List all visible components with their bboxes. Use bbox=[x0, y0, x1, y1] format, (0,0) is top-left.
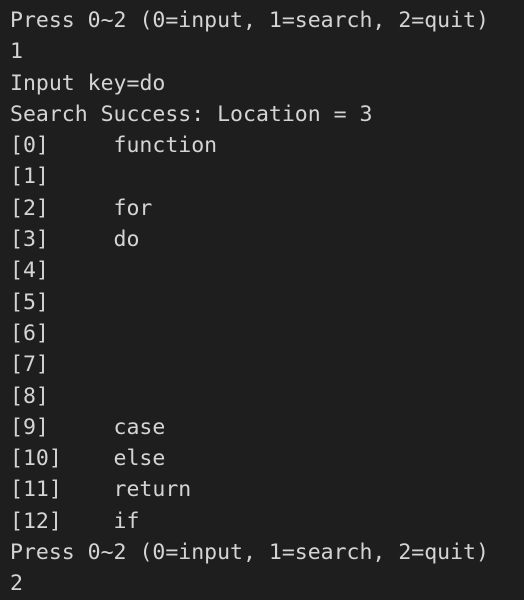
output-line: 2 bbox=[10, 568, 524, 599]
entry-index: [5] bbox=[10, 289, 49, 315]
entry-index: [12] bbox=[10, 508, 62, 534]
entry-value: if bbox=[113, 508, 140, 534]
output-line-text: Search Success: Location = 3 bbox=[10, 101, 373, 127]
table-row: [3] do bbox=[10, 224, 524, 255]
table-row: [2] for bbox=[10, 193, 524, 224]
table-row: [8] bbox=[10, 381, 524, 412]
table-row: [1] bbox=[10, 161, 524, 192]
entry-value: else bbox=[113, 446, 166, 472]
entry-index: [1] bbox=[10, 164, 49, 190]
table-row: [7] bbox=[10, 349, 524, 380]
table-row: [5] bbox=[10, 287, 524, 318]
output-line: Press 0~2 (0=input, 1=search, 2=quit) bbox=[10, 5, 524, 36]
entry-value: case bbox=[113, 414, 166, 440]
output-line: Press 0~2 (0=input, 1=search, 2=quit) bbox=[10, 537, 524, 568]
output-line-text: Input key=do bbox=[10, 70, 166, 96]
entry-index: [11] bbox=[10, 477, 62, 503]
table-row: [12] if bbox=[10, 506, 524, 537]
entry-value: return bbox=[113, 477, 192, 503]
table-row: [10] else bbox=[10, 443, 524, 474]
output-line: Search Success: Location = 3 bbox=[10, 99, 524, 130]
entry-index: [9] bbox=[10, 414, 49, 440]
output-line-text: 2 bbox=[10, 571, 23, 597]
table-row: [4] bbox=[10, 255, 524, 286]
entry-value: for bbox=[113, 195, 153, 221]
entry-index: [2] bbox=[10, 195, 49, 221]
output-line-text: Press 0~2 (0=input, 1=search, 2=quit) bbox=[10, 540, 489, 566]
table-row: [0] function bbox=[10, 130, 524, 161]
table-row: [9] case bbox=[10, 412, 524, 443]
terminal-output[interactable]: Press 0~2 (0=input, 1=search, 2=quit) 1 In… bbox=[0, 0, 524, 596]
output-line: Input key=do bbox=[10, 68, 524, 99]
entry-value: do bbox=[113, 227, 140, 253]
entry-index: [8] bbox=[10, 383, 49, 409]
output-line-text: 1 bbox=[10, 39, 23, 65]
table-row: [11] return bbox=[10, 474, 524, 505]
entry-index: [3] bbox=[10, 227, 49, 253]
entry-value: function bbox=[113, 133, 218, 159]
output-line: 1 bbox=[10, 36, 524, 67]
output-line-text: Press 0~2 (0=input, 1=search, 2=quit) bbox=[10, 8, 489, 33]
entry-index: [10] bbox=[10, 446, 62, 472]
table-row: [6] bbox=[10, 318, 524, 349]
entry-index: [4] bbox=[10, 258, 49, 284]
entry-index: [0] bbox=[10, 133, 49, 159]
entry-index: [7] bbox=[10, 352, 49, 378]
entry-index: [6] bbox=[10, 320, 49, 346]
